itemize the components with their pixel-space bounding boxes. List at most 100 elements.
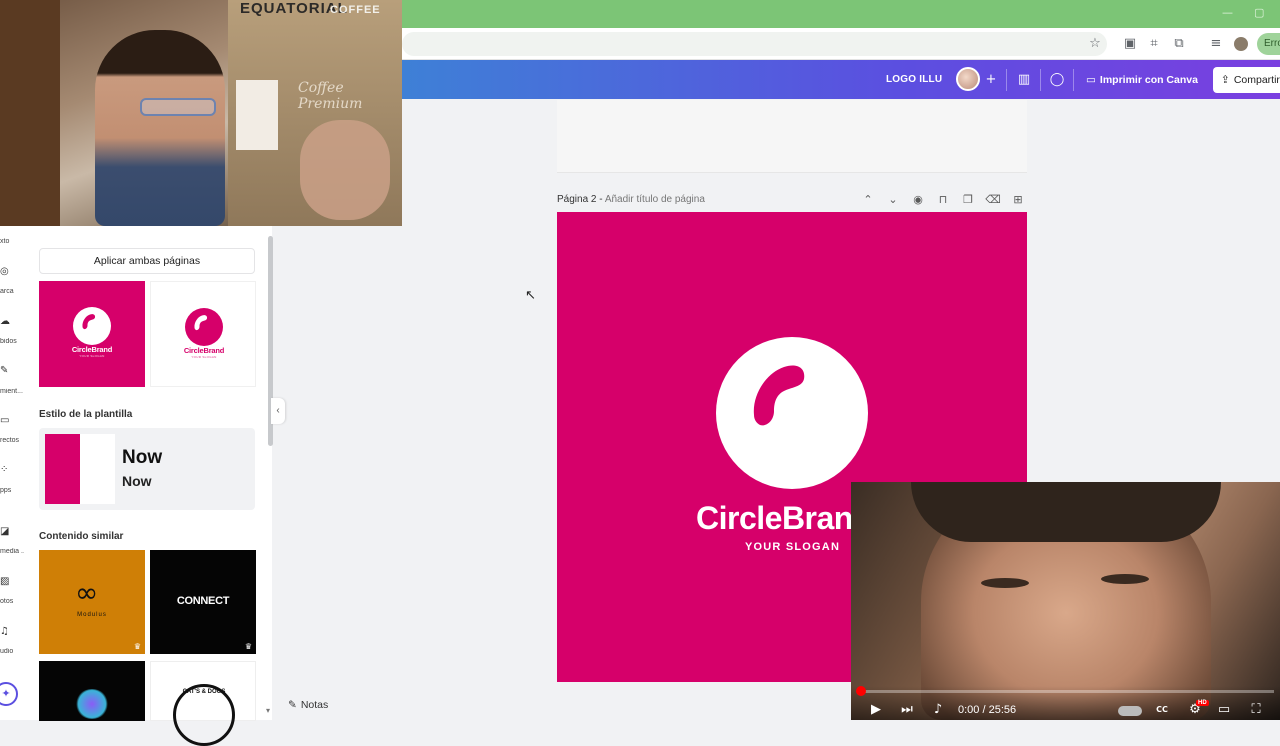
- thumb-brand-text: CircleBrand: [71, 345, 113, 354]
- folder-icon[interactable]: ▭: [0, 415, 14, 426]
- rail-item-photos[interactable]: otos: [0, 598, 24, 605]
- add-page-icon[interactable]: ⊞: [1010, 192, 1026, 208]
- share-button[interactable]: ⇪ Compartir: [1213, 67, 1280, 93]
- play-icon[interactable]: ▶: [866, 701, 886, 719]
- similar-template-connect[interactable]: CONNECT ♛: [150, 550, 256, 654]
- next-icon[interactable]: ⏭: [897, 701, 917, 719]
- comment-icon[interactable]: ◯: [1047, 70, 1067, 90]
- eye-icon[interactable]: ◉: [910, 192, 926, 208]
- apply-both-pages-button[interactable]: Aplicar ambas páginas: [39, 248, 255, 274]
- video-progress-bar[interactable]: [858, 690, 1274, 693]
- rail-item-audio[interactable]: udio: [0, 648, 24, 655]
- minimize-button[interactable]: —: [1222, 6, 1233, 19]
- print-with-canva-button[interactable]: ▭ Imprimir con Canva: [1078, 67, 1206, 93]
- mini-logo-icon: [73, 307, 111, 345]
- move-up-icon[interactable]: ⌃: [860, 192, 876, 208]
- chain-link-icon: ∞: [75, 576, 99, 609]
- hd-badge: HD: [1196, 700, 1209, 706]
- template-style-heading: Estilo de la plantilla: [39, 409, 133, 420]
- template-thumb-white[interactable]: CircleBrand YOUR SLOGAN: [150, 281, 256, 387]
- premium-crown-icon: ♛: [244, 642, 252, 651]
- cloud-upload-icon[interactable]: ☁: [0, 316, 14, 327]
- error-pill[interactable]: Erro: [1257, 33, 1280, 55]
- address-bar[interactable]: [402, 32, 1107, 56]
- similar-template-dots[interactable]: [39, 661, 145, 721]
- autoplay-toggle[interactable]: [1118, 706, 1142, 716]
- notes-button[interactable]: ✎ Notas: [288, 699, 328, 711]
- captions-button[interactable]: CC: [1152, 701, 1172, 719]
- style-heading-sample: Now: [122, 447, 163, 468]
- coffee-bag-sticker: [236, 80, 278, 150]
- coffee-bag-coffee: COFFEE: [330, 4, 381, 16]
- rail-item-tools[interactable]: mient...: [0, 388, 24, 395]
- trash-icon[interactable]: ⌫: [985, 192, 1001, 208]
- right-eye: [1101, 574, 1149, 584]
- draw-icon[interactable]: ✎: [0, 365, 14, 376]
- mouse-cursor-icon: ↖: [525, 288, 536, 303]
- page-1-preview[interactable]: [557, 100, 1027, 173]
- webcam-overlay-bottom-right: [851, 482, 1280, 720]
- brand-icon[interactable]: ◎: [0, 266, 14, 277]
- extension-icon[interactable]: ⌗: [1144, 34, 1164, 54]
- mini-logo-icon: [185, 308, 223, 346]
- dots-logo-icon: [75, 689, 109, 719]
- media-controls-icon[interactable]: ≡: [1206, 34, 1226, 54]
- music-icon[interactable]: ♫: [0, 626, 14, 637]
- slogan-text[interactable]: YOUR SLOGAN: [745, 541, 840, 553]
- cats-dogs-text: CAT'S & DOGS: [182, 689, 226, 695]
- webcam-overlay-top-left: EQUATORIAL COFFEE Coffee Premium: [0, 0, 402, 226]
- fullscreen-icon[interactable]: ⛶: [1246, 701, 1266, 719]
- header-divider: [1040, 69, 1041, 91]
- page-number: Página 2 -: [557, 194, 605, 205]
- thumb-brand-text: CircleBrand: [183, 346, 225, 355]
- raised-hand: [300, 120, 390, 220]
- video-time: 0:00 / 25:56: [958, 704, 1017, 716]
- thumb-slogan-text: YOUR SLOGAN: [191, 355, 217, 359]
- rail-item-apps[interactable]: pps: [0, 487, 24, 494]
- rail-item-text[interactable]: xto: [0, 238, 24, 245]
- similar-template-cats-dogs[interactable]: CAT'S & DOGS: [150, 661, 256, 746]
- upload-icon: ⇪: [1221, 74, 1230, 86]
- similar-template-modulus[interactable]: ∞ Modulus ♛: [39, 550, 145, 654]
- theater-mode-icon[interactable]: ▭: [1214, 701, 1234, 719]
- premium-crown-icon: ♛: [133, 642, 141, 651]
- rail-item-social[interactable]: media ...: [0, 548, 24, 555]
- page-title-input[interactable]: Añadir título de página: [605, 194, 705, 205]
- rail-item-brand[interactable]: arca: [0, 288, 24, 295]
- brand-name-text[interactable]: CircleBrand: [696, 500, 872, 537]
- profile-avatar[interactable]: [1234, 37, 1248, 51]
- print-label: Imprimir con Canva: [1099, 74, 1198, 86]
- page-label: Página 2 - Añadir título de página: [557, 194, 705, 205]
- move-down-icon[interactable]: ⌄: [885, 192, 901, 208]
- circle-logo-mark[interactable]: [716, 337, 868, 489]
- maximize-button[interactable]: ▢: [1254, 6, 1264, 19]
- style-swatch-pink: [45, 434, 80, 504]
- duplicate-icon[interactable]: ❐: [960, 192, 976, 208]
- photos-icon[interactable]: ▨: [0, 576, 14, 587]
- bookmark-star-icon[interactable]: ☆: [1085, 34, 1105, 54]
- social-media-icon[interactable]: ◪: [0, 526, 14, 537]
- analytics-icon[interactable]: ▥: [1014, 70, 1034, 90]
- rail-item-projects[interactable]: rectos: [0, 437, 24, 444]
- lock-icon[interactable]: ⊓: [935, 192, 951, 208]
- avatar[interactable]: [956, 67, 980, 91]
- scroll-down-icon[interactable]: ▾: [266, 706, 270, 715]
- volume-icon[interactable]: ♪: [928, 701, 948, 719]
- door-background: [0, 0, 60, 226]
- collapse-panel-button[interactable]: ‹: [271, 398, 285, 424]
- header-divider: [1006, 69, 1007, 91]
- video-scrubber[interactable]: [856, 686, 866, 696]
- thumb-slogan-text: YOUR SLOGAN: [79, 354, 105, 358]
- extension-badge-icon[interactable]: ▣: [1120, 34, 1140, 54]
- template-thumb-pink[interactable]: CircleBrand YOUR SLOGAN: [39, 281, 145, 387]
- rail-item-uploads[interactable]: bidos: [0, 338, 24, 345]
- apps-icon[interactable]: ⁘: [0, 464, 14, 475]
- printer-icon: ▭: [1086, 74, 1096, 86]
- puzzle-icon[interactable]: ⧉: [1169, 34, 1189, 54]
- logo-swoosh: [753, 365, 805, 426]
- notes-label: Notas: [300, 699, 329, 711]
- header-divider: [1073, 69, 1074, 91]
- design-title[interactable]: LOGO ILLU: [886, 74, 942, 85]
- add-collaborator-icon[interactable]: +: [981, 70, 1001, 90]
- similar-content-heading: Contenido similar: [39, 531, 124, 542]
